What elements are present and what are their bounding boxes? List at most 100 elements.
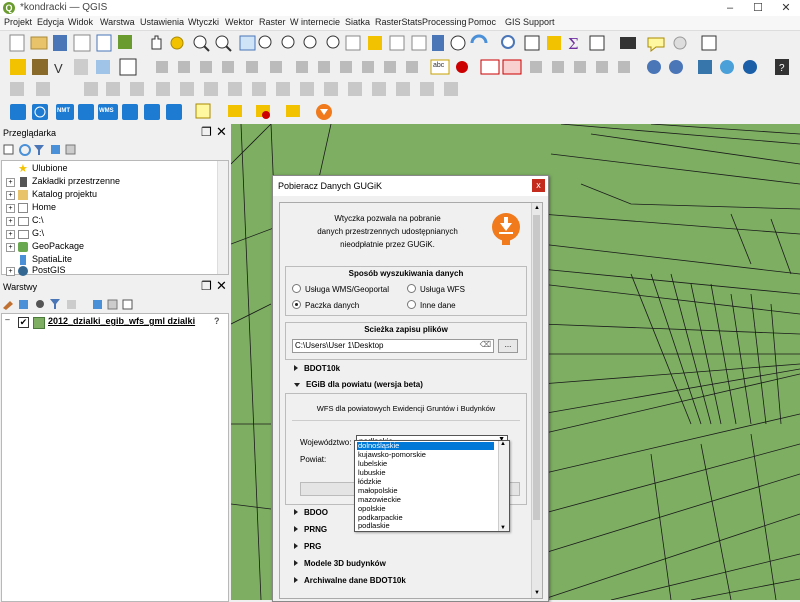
expand-icon[interactable]: + <box>6 178 15 187</box>
radio-indicator[interactable] <box>292 300 301 309</box>
save-path-title: Scieżka zapisu plików <box>364 325 448 334</box>
section-bdot10k[interactable]: BDOT10k <box>294 364 340 373</box>
save-path-group: Scieżka zapisu plików C:\Users\User 1\De… <box>285 322 527 360</box>
dropdown-option[interactable]: podlaskie <box>357 521 494 530</box>
section-archiwalne[interactable]: Archiwalne dane BDOT10k <box>294 576 406 585</box>
svg-text:Σ: Σ <box>568 35 579 53</box>
star-icon: ★ <box>18 163 28 175</box>
svg-text:?: ? <box>779 63 785 74</box>
qgis-logo-icon: Q <box>3 2 15 14</box>
radio-paczka[interactable]: Paczka danych <box>292 300 359 310</box>
menu-ustawienia[interactable]: Ustawienia <box>140 17 184 27</box>
layers-panel-title: Warstwy <box>3 282 38 292</box>
browser-scrollbar[interactable] <box>217 161 228 274</box>
dialog-close-button[interactable]: x <box>532 179 545 192</box>
egib-divider <box>292 420 520 421</box>
plugin-dialog: Pobieracz Danych GUGiK x ▲ ▼ Wtyczka poz… <box>272 175 549 602</box>
layer-checkbox[interactable]: ✔ <box>18 317 29 328</box>
radio-inne[interactable]: Inne dane <box>407 300 456 310</box>
browser-toolbar <box>0 142 231 158</box>
expand-icon[interactable]: + <box>6 217 15 226</box>
toolbar-row-3 <box>0 79 800 100</box>
scroll-up-icon[interactable]: ▲ <box>534 205 540 211</box>
scroll-down-icon[interactable]: ▼ <box>500 525 506 531</box>
section-prng[interactable]: PRNG <box>294 525 327 534</box>
collapse-icon[interactable]: – <box>4 316 11 324</box>
layers-tree: – ✔ 2012_dzialki_egib_wfs_gml dzialki ? <box>1 313 229 602</box>
menu-raster[interactable]: Raster <box>259 17 286 27</box>
menu-w-internecie[interactable]: W internecie <box>290 17 340 27</box>
label-toolbar-badge: abc <box>433 62 445 69</box>
section-bdoo[interactable]: BDOO <box>294 508 328 517</box>
menu-rasterstats[interactable]: RasterStats <box>375 17 422 27</box>
drive-icon <box>18 230 29 239</box>
section-prg[interactable]: PRG <box>294 542 321 551</box>
search-method-title: Sposób wyszukiwania danych <box>348 269 464 278</box>
scroll-up-icon[interactable]: ▲ <box>500 441 506 447</box>
radio-wms[interactable]: Usługa WMS/Geoportal <box>292 284 389 294</box>
close-panel-icon[interactable]: ✕ <box>216 124 227 140</box>
window-titlebar: Q *kondracki — QGIS – ☐ ✕ <box>0 0 800 16</box>
scrollbar-thumb[interactable] <box>533 215 540 520</box>
menu-siatka[interactable]: Siatka <box>345 17 370 27</box>
browser-panel-title: Przeglądarka <box>3 128 57 138</box>
layer-name: 2012_dzialki_egib_wfs_gml dzialki <box>48 316 196 326</box>
dialog-titlebar: Pobieracz Danych GUGiK x <box>273 176 548 196</box>
wojewodztwo-dropdown-list: dolnośląskie kujawsko-pomorskie lubelski… <box>354 440 510 532</box>
menu-processing[interactable]: Processing <box>422 17 467 27</box>
scroll-down-icon[interactable]: ▼ <box>534 590 540 596</box>
wojewodztwo-label: Województwo: <box>300 438 352 447</box>
search-method-group: Sposób wyszukiwania danych Usługa WMS/Ge… <box>285 266 527 316</box>
dialog-scroll-area: ▲ ▼ Wtyczka pozwala na pobranie danych p… <box>279 202 543 599</box>
menu-wtyczki[interactable]: Wtyczki <box>188 17 219 27</box>
maximize-button[interactable]: ☐ <box>744 0 772 16</box>
menu-wektor[interactable]: Wektor <box>225 17 253 27</box>
intro-line-2: danych przestrzennych udostępnianych <box>317 227 458 236</box>
menu-widok[interactable]: Widok <box>68 17 93 27</box>
layer-item[interactable]: – ✔ 2012_dzialki_egib_wfs_gml dzialki ? <box>4 316 224 329</box>
radio-indicator[interactable] <box>407 300 416 309</box>
radio-indicator[interactable] <box>407 284 416 293</box>
layers-toolbar <box>0 296 231 312</box>
menu-warstwa[interactable]: Warstwa <box>100 17 135 27</box>
dialog-title: Pobieracz Danych GUGiK <box>278 181 383 191</box>
close-panel-icon[interactable]: ✕ <box>216 278 227 294</box>
radio-wfs[interactable]: Usługa WFS <box>407 284 465 294</box>
expand-icon[interactable]: + <box>6 204 15 213</box>
float-panel-icon[interactable]: ❐ <box>201 125 212 139</box>
svg-text:V: V <box>54 61 63 76</box>
float-panel-icon[interactable]: ❐ <box>201 279 212 293</box>
radio-indicator[interactable] <box>292 284 301 293</box>
browse-button[interactable]: ... <box>498 339 518 353</box>
intro-text: Wtyczka pozwala na pobranie danych przes… <box>280 212 495 251</box>
menu-projekt[interactable]: Projekt <box>4 17 32 27</box>
wms-badge: WMS <box>99 108 114 114</box>
close-window-button[interactable]: ✕ <box>772 0 800 16</box>
folder-icon <box>18 190 28 200</box>
menu-edycja[interactable]: Edycja <box>37 17 64 27</box>
powiat-label: Powiat: <box>300 455 327 464</box>
section-modele-3d[interactable]: Modele 3D budynków <box>294 559 386 568</box>
dialog-scrollbar[interactable]: ▲ ▼ <box>531 203 542 598</box>
save-path-value: C:\Users\User 1\Desktop <box>295 341 384 350</box>
expand-icon[interactable]: + <box>6 191 15 200</box>
minimize-button[interactable]: – <box>716 0 744 16</box>
toolbar-row-4: NMT WMS <box>0 99 800 125</box>
expand-icon[interactable]: + <box>6 243 15 252</box>
expand-icon[interactable]: + <box>6 230 15 239</box>
clear-input-icon[interactable]: ⌫ <box>480 340 491 349</box>
layer-symbol-icon <box>33 317 45 329</box>
expand-icon[interactable]: + <box>6 267 15 276</box>
menu-gis-support[interactable]: GIS Support <box>505 17 555 27</box>
save-path-input[interactable]: C:\Users\User 1\Desktop ⌫ <box>292 339 494 353</box>
geopackage-icon <box>18 242 28 252</box>
menubar: Projekt Edycja Widok Warstwa Ustawienia … <box>0 16 800 31</box>
intro-line-1: Wtyczka pozwala na pobranie <box>334 214 441 223</box>
intro-line-3: nieodpłatnie przez GUGiK. <box>340 240 435 249</box>
menu-pomoc[interactable]: Pomoc <box>468 17 496 27</box>
section-egib[interactable]: EGiB dla powiatu (wersja beta) <box>294 380 423 389</box>
help-icon[interactable]: ? <box>214 316 220 326</box>
postgis-icon <box>18 266 28 276</box>
dropdown-scrollbar[interactable]: ▲ ▼ <box>498 441 509 531</box>
browser-tree: ★ Ulubione + Zakładki przestrzenne + Katalo… <box>1 160 229 276</box>
